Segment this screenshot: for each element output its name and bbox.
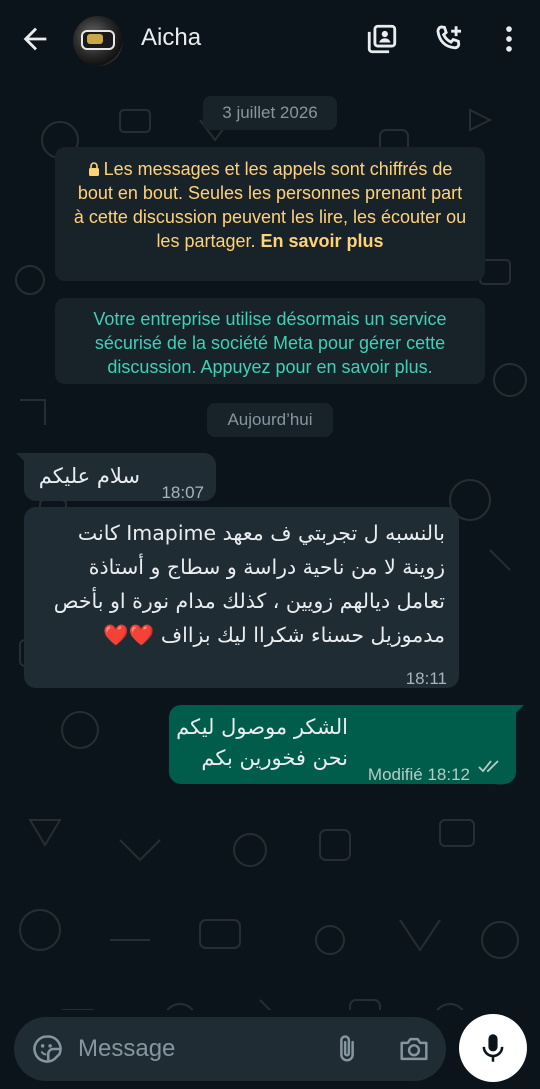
mic-icon [482, 1034, 504, 1062]
back-arrow-icon[interactable] [18, 22, 52, 56]
chat-header: Aicha [0, 0, 540, 80]
message-line: الشكر موصول ليكم [176, 715, 348, 739]
learn-more-link[interactable]: En savoir plus [261, 231, 384, 251]
message-bubble[interactable]: سلام عليكم 18:07 [24, 453, 216, 502]
message-text: سلام عليكم [38, 464, 140, 488]
date-separator: 3 juillet 2026 [203, 96, 337, 130]
business-notice[interactable]: Votre entreprise utilise désormais un se… [55, 298, 485, 384]
message-input[interactable] [78, 1029, 308, 1069]
sticker-emoji-icon[interactable] [32, 1034, 62, 1064]
message-time: 18:11 [405, 669, 447, 688]
avatar[interactable] [73, 16, 123, 66]
message-bubble[interactable]: بالنسبه ل تجربتي ف معهد Imapime كانت زوي… [24, 507, 459, 688]
attach-icon[interactable] [332, 1034, 362, 1064]
message-time: 18:07 [161, 483, 204, 502]
message-text: بالنسبه ل تجربتي ف معهد Imapime كانت زوي… [53, 521, 445, 647]
message-time: 18:12 [427, 765, 470, 784]
camera-icon[interactable] [398, 1034, 430, 1064]
encryption-notice[interactable]: Les messages et les appels sont chiffrés… [55, 147, 485, 281]
lock-icon [88, 162, 99, 176]
message-meta: Modifié 18:12 [368, 760, 470, 790]
today-separator: Aujourd’hui [207, 403, 333, 437]
voice-record-button[interactable] [459, 1014, 527, 1082]
message-text: الشكر موصول ليكم نحن فخورين بكم [176, 712, 348, 774]
double-check-icon [478, 760, 499, 773]
more-vert-icon[interactable] [492, 22, 526, 56]
business-notice-text: Votre entreprise utilise désormais un se… [93, 309, 447, 377]
add-call-icon[interactable] [432, 22, 466, 56]
message-composer [14, 1017, 446, 1081]
message-line: نحن فخورين بكم [201, 746, 348, 770]
contacts-icon[interactable] [365, 22, 399, 56]
edited-label: Modifié [367, 765, 423, 784]
message-bubble[interactable]: الشكر موصول ليكم نحن فخورين بكم Modifié … [169, 705, 516, 784]
contact-name[interactable]: Aicha [141, 24, 201, 52]
chat-area[interactable]: 3 juillet 2026 Les messages et les appel… [0, 80, 540, 1010]
